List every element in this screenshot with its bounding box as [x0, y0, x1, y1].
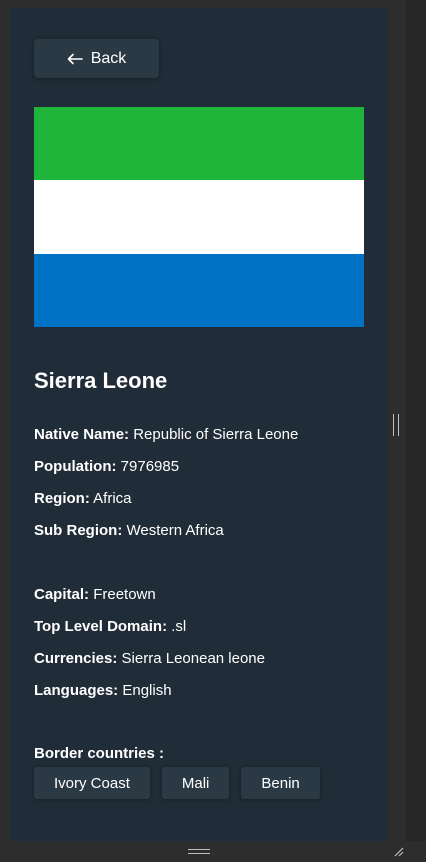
- population-value: 7976985: [120, 458, 180, 475]
- country-name: Sierra Leone: [34, 368, 168, 393]
- currencies-value: Sierra Leonean leone: [121, 650, 265, 667]
- currencies-label: Currencies:: [34, 650, 118, 667]
- region-row: Region: Africa: [34, 489, 132, 509]
- sub-region-row: Sub Region: Western Africa: [34, 521, 224, 541]
- border-country-chip[interactable]: Benin: [241, 767, 320, 799]
- population-label: Population:: [34, 458, 117, 475]
- capital-row: Capital: Freetown: [34, 585, 156, 605]
- capital-label: Capital:: [34, 586, 90, 603]
- tld-row: Top Level Domain: .sl: [34, 617, 186, 637]
- arrow-left-icon: [67, 53, 83, 64]
- languages-value: English: [122, 682, 172, 699]
- native-name-row: Native Name: Republic of Sierra Leone: [34, 425, 298, 445]
- border-country-chip[interactable]: Mali: [161, 767, 230, 799]
- tld-value: .sl: [171, 618, 187, 635]
- population-row: Population: 7976985: [34, 457, 179, 477]
- region-value: Africa: [93, 490, 132, 507]
- sub-region-label: Sub Region:: [34, 522, 123, 539]
- border-countries-title: Border countries :: [34, 745, 165, 762]
- currencies-row: Currencies: Sierra Leonean leone: [34, 649, 265, 669]
- horizontal-resize-bar[interactable]: [0, 841, 426, 862]
- region-label: Region:: [34, 490, 90, 507]
- border-country-chip[interactable]: Ivory Coast: [34, 767, 150, 799]
- country-flag: [34, 107, 364, 327]
- back-button[interactable]: Back: [34, 39, 159, 78]
- languages-row: Languages: English: [34, 681, 172, 701]
- back-button-label: Back: [90, 49, 127, 67]
- tld-label: Top Level Domain:: [34, 618, 168, 635]
- native-name-value: Republic of Sierra Leone: [133, 426, 299, 443]
- flag-stripe-green: [34, 107, 364, 181]
- native-name-label: Native Name:: [34, 426, 130, 443]
- scrollbar-thumb[interactable]: [393, 414, 399, 436]
- resize-handle-icon[interactable]: [188, 849, 210, 854]
- flag-stripe-white: [34, 180, 364, 254]
- resize-grip-icon[interactable]: [392, 845, 404, 857]
- window-right-border: [406, 0, 426, 862]
- capital-value: Freetown: [93, 586, 156, 603]
- sub-region-value: Western Africa: [126, 522, 224, 539]
- border-countries-list: Ivory Coast Mali Benin: [34, 767, 320, 799]
- country-detail-page: Back Sierra Leone Native Name: Republic …: [10, 8, 388, 841]
- flag-stripe-blue: [34, 253, 364, 327]
- languages-label: Languages:: [34, 682, 119, 699]
